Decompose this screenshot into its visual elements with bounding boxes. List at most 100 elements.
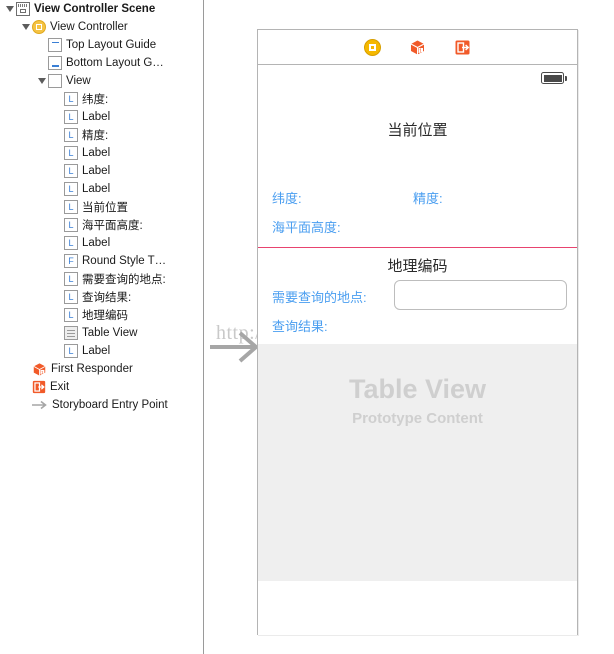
latitude-label: 纬度:	[272, 191, 302, 206]
outline-row-label: Exit	[50, 381, 70, 393]
outline-row[interactable]: Storyboard Entry Point	[0, 396, 203, 414]
outline-row[interactable]: L 当前位置	[0, 198, 203, 216]
outline-row-label: Round Style T…	[82, 255, 167, 267]
outline-row[interactable]: View Controller Scene	[0, 0, 203, 18]
storyboard-canvas[interactable]: http://blog.csdn.net/ 1	[205, 0, 614, 654]
label-icon: L	[64, 200, 78, 214]
label-icon: L	[64, 92, 78, 106]
outline-row-label: 精度:	[82, 130, 109, 142]
outline-row[interactable]: Top Layout Guide	[0, 36, 203, 54]
outline-row[interactable]: L Label	[0, 234, 203, 252]
outline-row-label: 当前位置	[82, 202, 128, 214]
textfield-icon: F	[64, 254, 78, 268]
top-layout-guide-icon	[48, 38, 62, 52]
label-icon: L	[64, 128, 78, 142]
outline-row[interactable]: Bottom Layout G…	[0, 54, 203, 72]
document-outline-panel[interactable]: View Controller Scene View Controller Top …	[0, 0, 204, 654]
outline-row[interactable]: L 纬度:	[0, 90, 203, 108]
outline-row[interactable]: L Label	[0, 162, 203, 180]
view-controller-scene[interactable]: 1 当前位置 纬度: 精度: 海平面高度: 地理编码 需要查询的地点: 查询结果…	[257, 29, 578, 635]
outline-row-label: First Responder	[51, 363, 133, 375]
phone-screen[interactable]: 当前位置 纬度: 精度: 海平面高度: 地理编码 需要查询的地点: 查询结果: …	[258, 65, 577, 635]
outline-row[interactable]: L Label	[0, 180, 203, 198]
query-place-label: 需要查询的地点:	[272, 290, 367, 305]
exit-icon	[32, 380, 46, 394]
table-view-prototype[interactable]: Table View Prototype Content	[258, 344, 577, 581]
longitude-label: 精度:	[413, 191, 443, 206]
scene-dock-bar[interactable]: 1	[258, 30, 577, 65]
outline-row[interactable]: L Label	[0, 342, 203, 360]
altitude-label: 海平面高度:	[272, 220, 341, 235]
geocoding-title: 地理编码	[387, 258, 448, 275]
outline-row-label: Top Layout Guide	[66, 39, 157, 51]
table-view-title: Table View	[348, 374, 487, 404]
disclosure-triangle-open-icon[interactable]	[20, 18, 32, 36]
outline-row-label: View Controller Scene	[34, 3, 156, 15]
outline-row-label: View	[66, 75, 91, 87]
outline-row[interactable]: L Label	[0, 108, 203, 126]
outline-row[interactable]: L Label	[0, 144, 203, 162]
entry-point-arrow-icon	[32, 400, 47, 410]
outline-row-label: 纬度:	[82, 94, 109, 106]
query-place-input[interactable]	[394, 280, 567, 310]
outline-row-label: 地理编码	[82, 310, 128, 322]
dock-first-responder-icon[interactable]: 1	[409, 39, 426, 56]
disclosure-triangle-open-icon[interactable]	[36, 72, 48, 90]
disclosure-triangle-open-icon[interactable]	[4, 0, 16, 18]
outline-row[interactable]: Table View	[0, 324, 203, 342]
label-icon: L	[64, 308, 78, 322]
outline-row-label: 海平面高度:	[82, 220, 143, 232]
table-view-icon	[64, 326, 78, 340]
label-icon: L	[64, 236, 78, 250]
outline-row-label: Label	[82, 345, 111, 357]
section-divider	[258, 247, 577, 248]
label-icon: L	[64, 218, 78, 232]
battery-icon	[541, 72, 567, 84]
outline-row-label: Label	[82, 237, 111, 249]
view-controller-icon	[32, 20, 46, 34]
outline-row-label: Label	[82, 183, 111, 195]
outline-row-label: Label	[82, 165, 111, 177]
outline-row-label: Bottom Layout G…	[66, 57, 164, 69]
label-icon: L	[64, 344, 78, 358]
current-location-title: 当前位置	[387, 122, 448, 139]
outline-row-label: Label	[82, 147, 111, 159]
outline-row[interactable]: F Round Style T…	[0, 252, 203, 270]
scene-icon	[16, 2, 30, 16]
outline-row[interactable]: L 地理编码	[0, 306, 203, 324]
first-responder-icon: 1	[33, 362, 46, 376]
dock-exit-icon[interactable]	[454, 39, 471, 56]
label-icon: L	[64, 146, 78, 160]
outline-row[interactable]: Exit	[0, 378, 203, 396]
dock-view-controller-icon[interactable]	[364, 38, 381, 56]
query-result-label: 查询结果:	[272, 319, 328, 334]
table-view-subtitle: Prototype Content	[352, 410, 483, 427]
outline-row[interactable]: L 查询结果:	[0, 288, 203, 306]
outline-row[interactable]: L 需要查询的地点:	[0, 270, 203, 288]
outline-row[interactable]: 1 First Responder	[0, 360, 203, 378]
outline-row[interactable]: L 精度:	[0, 126, 203, 144]
view-icon	[48, 74, 62, 88]
label-icon: L	[64, 272, 78, 286]
outline-row[interactable]: View Controller	[0, 18, 203, 36]
outline-row-label: Table View	[82, 327, 138, 339]
outline-row[interactable]: View	[0, 72, 203, 90]
outline-row-label: 查询结果:	[82, 292, 132, 304]
outline-row[interactable]: L 海平面高度:	[0, 216, 203, 234]
